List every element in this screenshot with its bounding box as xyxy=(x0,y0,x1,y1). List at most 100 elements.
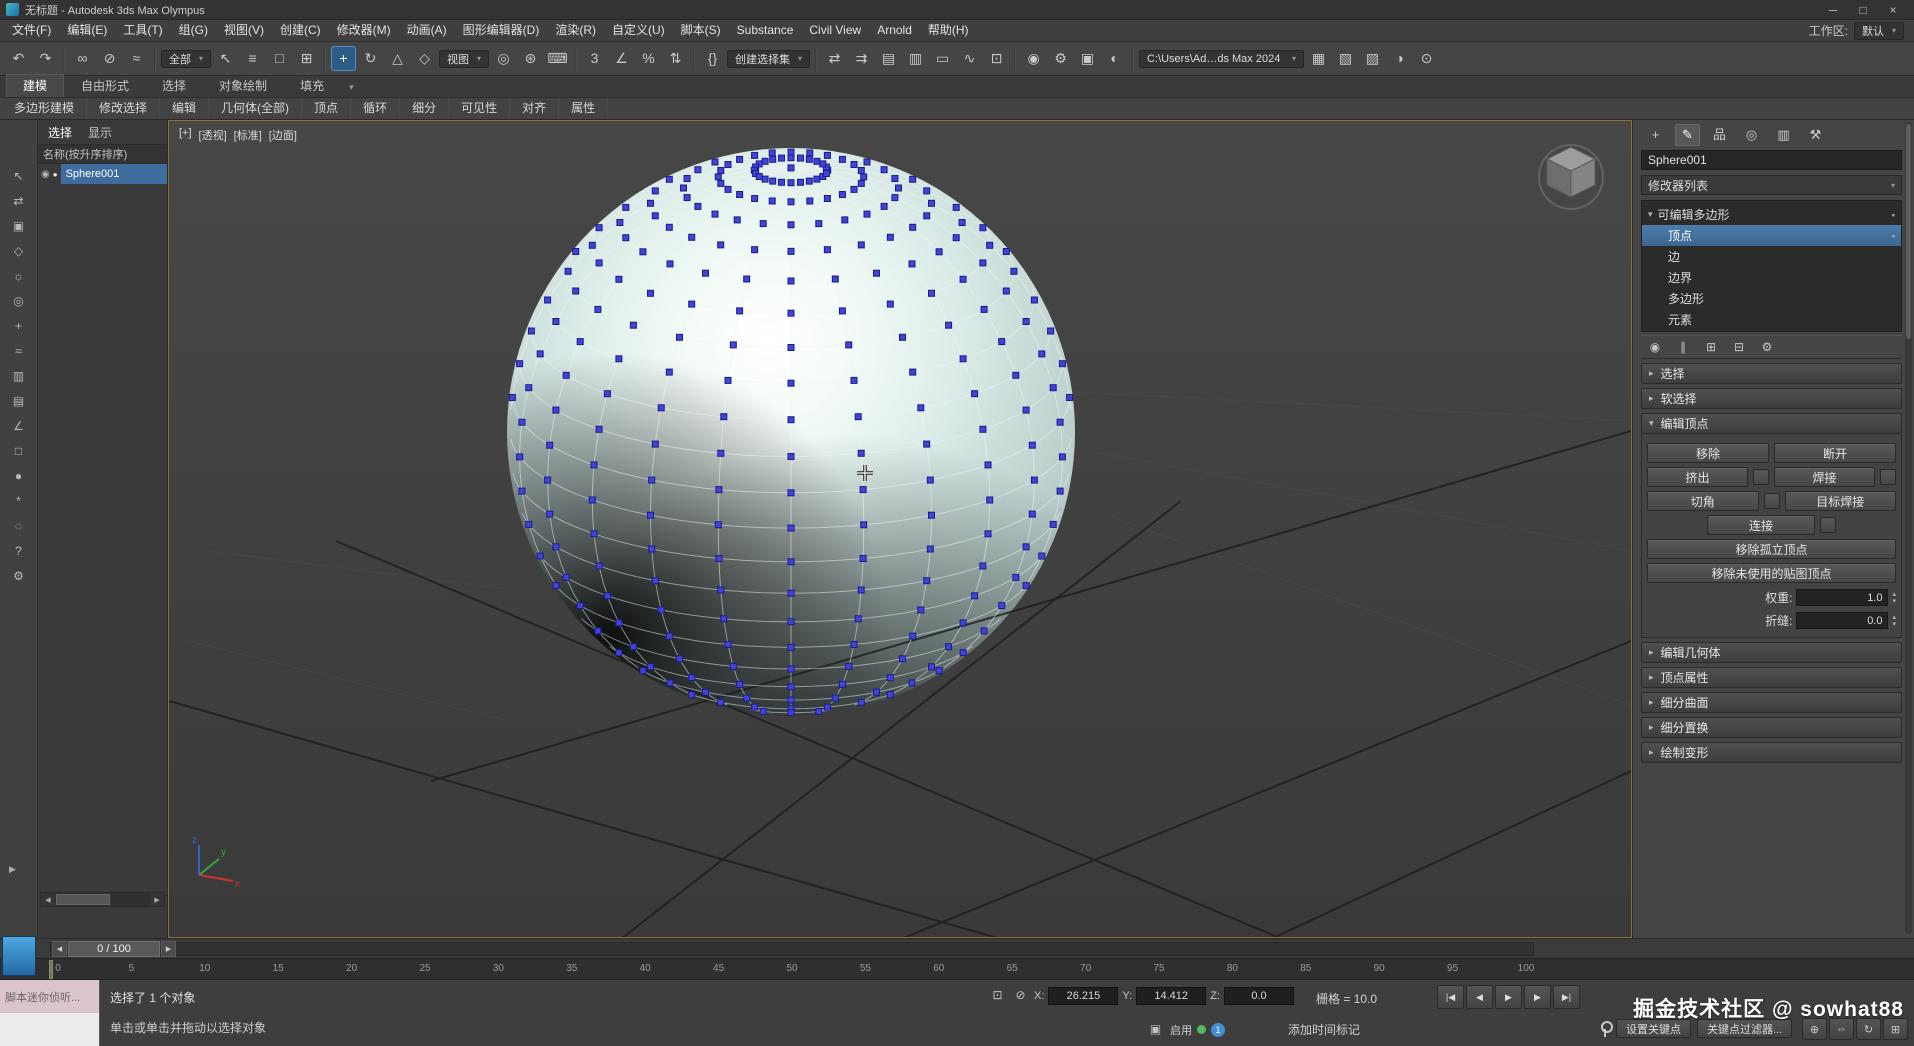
vertex-handle[interactable] xyxy=(972,391,978,397)
new-scene-explorer-icon[interactable]: ▧ xyxy=(1333,46,1358,71)
vertex-handle[interactable] xyxy=(987,497,993,503)
vertex-handle[interactable] xyxy=(604,593,610,599)
vertex-handle[interactable] xyxy=(858,450,864,456)
vertex-handle[interactable] xyxy=(596,563,602,569)
vertex-handle[interactable] xyxy=(725,186,731,192)
vertex-handle[interactable] xyxy=(526,385,532,391)
vertex-handle[interactable] xyxy=(718,242,724,248)
vertex-handle[interactable] xyxy=(725,377,731,383)
named-selection-sets-icon[interactable]: {} xyxy=(700,46,725,71)
make-unique-icon[interactable]: ⊞ xyxy=(1701,338,1721,356)
hscroll-left-arrow[interactable]: ◀ xyxy=(41,896,55,904)
vertex-handle[interactable] xyxy=(788,149,794,155)
render-setup-icon[interactable]: ⚙ xyxy=(1048,46,1073,71)
vertex-handle[interactable] xyxy=(824,247,830,253)
menu-item-0[interactable]: 文件(F) xyxy=(4,20,59,41)
vertex-handle[interactable] xyxy=(788,222,794,228)
vertex-handle[interactable] xyxy=(985,462,991,468)
extrude-settings-button[interactable] xyxy=(1753,469,1769,485)
vertex-handle[interactable] xyxy=(744,276,750,282)
vertex-handle[interactable] xyxy=(715,522,721,528)
current-frame-indicator[interactable] xyxy=(49,960,53,979)
vertex-handle[interactable] xyxy=(909,261,915,267)
previous-frame-arrow[interactable]: ◀ xyxy=(52,941,67,957)
vertex-handle[interactable] xyxy=(788,666,794,672)
vertex-handle[interactable] xyxy=(617,220,623,226)
viewcube[interactable] xyxy=(1533,135,1609,211)
vertex-handle[interactable] xyxy=(881,203,887,209)
vertex-handle[interactable] xyxy=(788,199,794,205)
crease-spinner-arrows[interactable]: ▴▾ xyxy=(1892,614,1896,628)
previous-frame-button[interactable]: ◀ xyxy=(1466,985,1493,1009)
hscroll-thumb[interactable] xyxy=(56,894,110,905)
display-containers-icon[interactable]: □ xyxy=(6,441,32,461)
vertex-handle[interactable] xyxy=(910,224,916,230)
vertex-handle[interactable] xyxy=(910,176,916,182)
vertex-handle[interactable] xyxy=(1039,351,1045,357)
menu-item-2[interactable]: 工具(T) xyxy=(115,20,170,41)
vertex-handle[interactable] xyxy=(900,656,906,662)
vertex-handle[interactable] xyxy=(839,192,845,198)
vertex-handle[interactable] xyxy=(553,407,559,413)
ribbon-panel-8[interactable]: 对齐 xyxy=(510,98,559,119)
vertex-handle[interactable] xyxy=(718,168,724,174)
vertex-handle[interactable] xyxy=(684,176,690,182)
vertex-handle[interactable] xyxy=(864,159,870,165)
vertex-handle[interactable] xyxy=(887,301,893,307)
vertex-handle[interactable] xyxy=(807,198,813,204)
vertex-handle[interactable] xyxy=(927,546,933,552)
vertex-handle[interactable] xyxy=(788,380,794,386)
vertex-handle[interactable] xyxy=(760,709,766,715)
vertex-handle[interactable] xyxy=(689,692,695,698)
vertex-handle[interactable] xyxy=(788,278,794,284)
vertex-handle[interactable] xyxy=(929,200,935,206)
minimize-button[interactable]: ─ xyxy=(1818,3,1848,17)
vertex-handle[interactable] xyxy=(842,217,848,223)
toggle-ribbon-icon[interactable]: ▭ xyxy=(930,46,955,71)
vertex-handle[interactable] xyxy=(1059,361,1065,367)
select-and-move-icon[interactable]: + xyxy=(331,46,356,71)
vertex-handle[interactable] xyxy=(874,270,880,276)
vertex-handle[interactable] xyxy=(980,225,986,231)
material-editor-icon[interactable]: ◉ xyxy=(1021,46,1046,71)
vertex-handle[interactable] xyxy=(565,268,571,274)
vertex-handle[interactable] xyxy=(824,196,830,202)
vertex-handle[interactable] xyxy=(616,650,622,656)
vertex-handle[interactable] xyxy=(528,328,534,334)
vertex-handle[interactable] xyxy=(860,487,866,493)
vertex-handle[interactable] xyxy=(1050,521,1056,527)
vertex-handle[interactable] xyxy=(846,342,852,348)
explorer-select-icon[interactable]: ↖ xyxy=(6,166,32,186)
toolbar-overflow-arrow-icon[interactable]: ▶ xyxy=(9,864,16,875)
vertex-handle[interactable] xyxy=(715,174,721,180)
menu-item-4[interactable]: 视图(V) xyxy=(216,20,272,41)
vertex-handle[interactable] xyxy=(695,167,701,173)
rollout-header-bottom-2[interactable]: ▸细分曲面 xyxy=(1641,692,1902,713)
connect-button[interactable]: 连接 xyxy=(1707,515,1815,535)
vertex-handle[interactable] xyxy=(814,176,820,182)
ribbon-panel-0[interactable]: 多边形建模 xyxy=(2,98,87,119)
vertex-handle[interactable] xyxy=(695,203,701,209)
go-to-end-button[interactable]: ▶| xyxy=(1553,985,1580,1009)
vertex-handle[interactable] xyxy=(788,490,794,496)
vertex-handle[interactable] xyxy=(658,405,664,411)
vertex-handle[interactable] xyxy=(730,663,736,669)
scrollbar-thumb[interactable] xyxy=(1906,124,1911,339)
display-xrefs-icon[interactable]: ▤ xyxy=(6,391,32,411)
vertex-handle[interactable] xyxy=(519,419,525,425)
modifier-list-dropdown[interactable]: 修改器列表 ▾ xyxy=(1641,175,1902,195)
weight-spinner-arrows[interactable]: ▴▾ xyxy=(1892,591,1896,605)
time-slider-handle[interactable]: 0 / 100 xyxy=(68,941,160,957)
vertex-handle[interactable] xyxy=(725,162,731,168)
menu-item-15[interactable]: 帮助(H) xyxy=(920,20,977,41)
stack-subobject-3[interactable]: 多边形 xyxy=(1642,288,1901,309)
vertex-handle[interactable] xyxy=(985,531,991,537)
vertex-handle[interactable] xyxy=(806,156,812,162)
percent-snap-icon[interactable]: % xyxy=(636,46,661,71)
vertex-handle[interactable] xyxy=(526,521,532,527)
redo-icon[interactable]: ↷ xyxy=(33,46,58,71)
hierarchy-tab-icon[interactable]: 品 xyxy=(1707,124,1732,146)
ribbon-tab-3[interactable]: 对象绘制 xyxy=(203,75,283,97)
rollout-header-bottom-1[interactable]: ▸顶点属性 xyxy=(1641,667,1902,688)
vertex-handle[interactable] xyxy=(924,188,930,194)
